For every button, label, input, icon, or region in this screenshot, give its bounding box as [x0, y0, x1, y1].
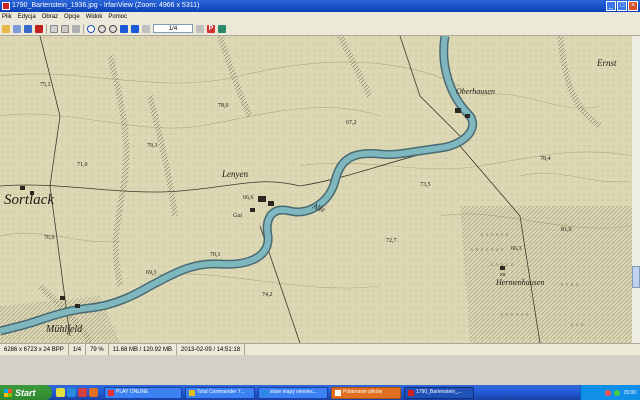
task-app-icon [408, 389, 414, 396]
start-button[interactable]: Start [0, 385, 52, 400]
settings-icon[interactable] [218, 24, 226, 33]
menu-bar: Plik Edycja Obraz Opcje Widok Pomoc [0, 12, 640, 22]
task-label: PLAY ONLINE [116, 389, 149, 395]
elevation-label: 69,3 [146, 270, 157, 276]
task-label: Pobieranie plików [343, 389, 383, 395]
start-label: Start [15, 387, 36, 398]
task-label: Total Commander 7... [197, 389, 245, 395]
system-tray: 15:00 [580, 385, 640, 400]
status-page: 1/4 [69, 344, 87, 355]
delete-icon[interactable] [35, 24, 43, 33]
status-filesize: 11.68 MB / 120.92 MB [109, 344, 178, 355]
next-icon[interactable] [131, 24, 139, 33]
map-label-lenyen: Lenyen [221, 169, 248, 179]
quick-launch [56, 388, 98, 397]
quicklaunch-browser-icon[interactable] [67, 388, 76, 397]
image-view[interactable]: ∧ ∧ ∧ ∧ ∧ ∧ ∧ ∧ ∧ ∧ ∧ ∧ ∧ ∧ ∧ ∧ ∧ ∧ ∧ ∧ … [0, 36, 632, 343]
toolbar-separator [83, 23, 84, 34]
quicklaunch-app-icon[interactable] [78, 388, 87, 397]
tray-clock: 15:00 [623, 389, 636, 396]
menu-view[interactable]: Widok [86, 12, 103, 22]
svg-text:∧ ∧ ∧ ∧ ∧ ∧: ∧ ∧ ∧ ∧ ∧ ∧ [500, 312, 529, 318]
map-label-uberhausen: Oberhausen [456, 87, 495, 96]
title-bar: 1790_Bartenstein_1936.jpg - IrfanView (Z… [0, 0, 640, 12]
elevation-label: 70,1 [210, 252, 221, 258]
elevation-label: 81,0 [561, 227, 572, 233]
task-total-commander[interactable]: Total Commander 7... [185, 386, 255, 399]
task-irfanview[interactable]: 1790_Bartenstein_... [404, 386, 474, 399]
svg-text:∧ ∧ ∧: ∧ ∧ ∧ [570, 322, 584, 328]
elevation-label: 71,0 [77, 162, 88, 168]
menu-file[interactable]: Plik [2, 12, 12, 22]
maximize-button[interactable]: □ [617, 1, 627, 11]
toolbar-separator [46, 23, 47, 34]
vertical-scrollbar[interactable] [632, 36, 640, 343]
task-app-icon [262, 389, 268, 396]
task-pobieranie[interactable]: Pobieranie plików [331, 386, 401, 399]
elevation-label: 67,2 [346, 120, 357, 126]
elevation-label: 76,9 [44, 235, 55, 241]
copy-icon[interactable] [50, 24, 58, 33]
quicklaunch-media-icon[interactable] [89, 388, 98, 397]
task-app-icon [108, 389, 114, 396]
elevation-label: 73,5 [420, 182, 431, 188]
window-title: 1790_Bartenstein_1936.jpg - IrfanView (Z… [12, 2, 200, 9]
status-dimensions: 6286 x 6723 x 24 BPP [0, 344, 69, 355]
elevation-label: 75,1 [40, 82, 51, 88]
tray-network-icon[interactable] [614, 389, 621, 396]
svg-text:∧ ∧ ∧ ∧ ∧ ∧: ∧ ∧ ∧ ∧ ∧ ∧ [480, 232, 509, 238]
svg-text:∧ ∧ ∧ ∧ ∧ ∧ ∧: ∧ ∧ ∧ ∧ ∧ ∧ ∧ [470, 247, 504, 253]
topographic-map-image: ∧ ∧ ∧ ∧ ∧ ∧ ∧ ∧ ∧ ∧ ∧ ∧ ∧ ∧ ∧ ∧ ∧ ∧ ∧ ∧ … [0, 36, 632, 343]
map-label-muhlfeld: Mühlfeld [45, 324, 83, 335]
paste-icon[interactable] [61, 24, 69, 33]
quicklaunch-folder-icon[interactable] [56, 388, 65, 397]
info-icon[interactable] [87, 24, 95, 33]
svg-text:∧ ∧ ∧ ∧: ∧ ∧ ∧ ∧ [560, 282, 579, 288]
task-app-icon [335, 389, 341, 396]
elevation-label: 78,4 [540, 156, 551, 162]
task-label: 1790_Bartenstein_... [416, 389, 463, 395]
status-bar: 6286 x 6723 x 24 BPP 1/4 79 % 11.68 MB /… [0, 343, 640, 355]
task-stare-mapy[interactable]: stare mapy niemiec... [258, 386, 328, 399]
irfanview-icon [2, 2, 10, 10]
status-datetime: 2013-02-09 / 14:51:18 [177, 344, 246, 355]
status-zoom: 79 % [86, 344, 109, 355]
menu-edit[interactable]: Edycja [18, 12, 36, 22]
undo-icon[interactable] [72, 24, 80, 33]
paint-icon[interactable]: P [207, 24, 215, 33]
task-play-online[interactable]: PLAY ONLINE [104, 386, 182, 399]
toolbar: 1/4 P [0, 22, 640, 36]
menu-help[interactable]: Pomoc [108, 12, 127, 22]
elevation-label: 66,6 [243, 195, 254, 201]
map-label-ernst: Ernst [596, 58, 617, 68]
taskbar: Start PLAY ONLINE Total Commander 7... s… [0, 385, 640, 400]
elevation-label: 79,3 [147, 143, 158, 149]
elevation-label: 78,0 [218, 103, 229, 109]
menu-image[interactable]: Obraz [42, 12, 58, 22]
slideshow-icon[interactable] [13, 24, 21, 33]
close-button[interactable]: × [628, 1, 638, 11]
zoom-out-icon[interactable] [109, 24, 117, 33]
scrollbar-thumb[interactable] [632, 266, 640, 288]
save-icon[interactable] [24, 24, 32, 33]
elevation-label: 66,3 [511, 246, 522, 252]
map-label-hermenhausen: Hermenhausen [495, 278, 544, 287]
minimize-button[interactable]: _ [606, 1, 616, 11]
desktop-strip [0, 355, 640, 385]
last-page-icon[interactable] [196, 24, 204, 33]
elevation-label: 74,2 [262, 292, 273, 298]
page-field[interactable]: 1/4 [153, 24, 193, 33]
open-folder-icon[interactable] [2, 24, 10, 33]
windows-logo-icon [4, 388, 12, 397]
previous-icon[interactable] [120, 24, 128, 33]
task-app-icon [189, 389, 195, 396]
task-label: stare mapy niemiec... [270, 389, 318, 395]
first-page-icon[interactable] [142, 24, 150, 33]
map-label-gut: Gut [233, 213, 242, 219]
map-label-sortlack: Sortlack [4, 192, 54, 208]
tray-antivirus-icon[interactable] [605, 389, 612, 396]
elevation-label: 72,7 [386, 238, 397, 244]
menu-options[interactable]: Opcje [64, 12, 80, 22]
zoom-in-icon[interactable] [98, 24, 106, 33]
